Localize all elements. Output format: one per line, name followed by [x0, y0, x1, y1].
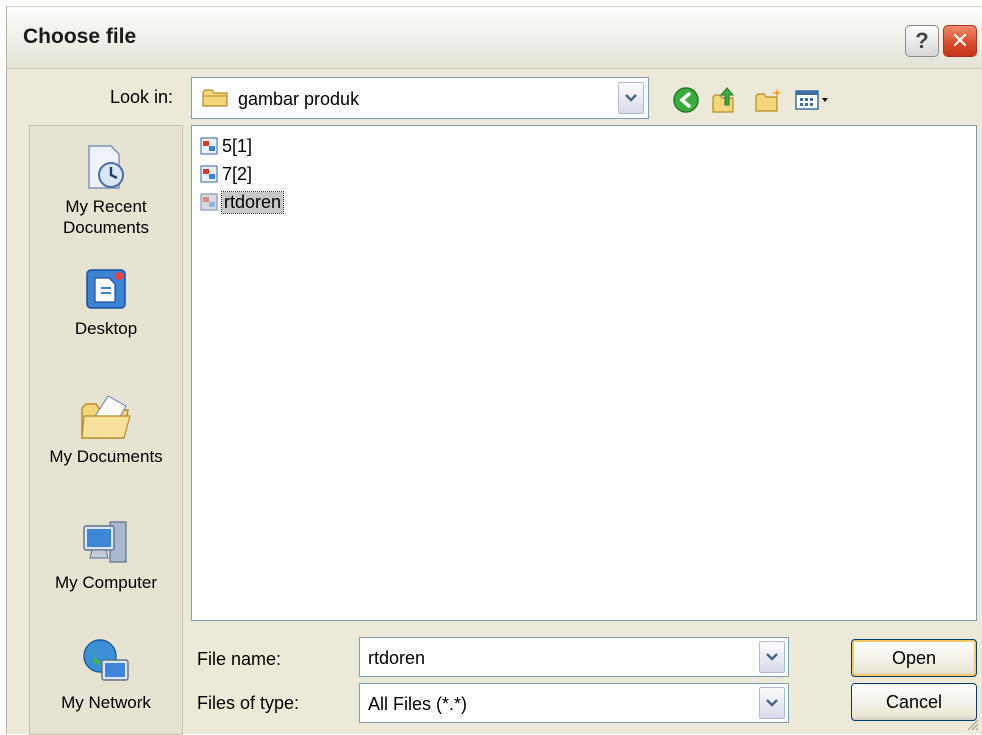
view-menu-icon[interactable]	[793, 85, 833, 115]
choose-file-dialog: Choose file ? ✕ Look in: gambar produk M…	[6, 6, 982, 735]
file-name-dropdown-arrow[interactable]	[759, 641, 785, 673]
resize-grip-icon[interactable]	[966, 718, 980, 732]
my-computer-icon	[83, 521, 127, 563]
files-of-type-dropdown[interactable]: All Files (*.*)	[359, 683, 789, 723]
open-button[interactable]: Open	[851, 639, 977, 677]
places-bar: My Recent Documents Desktop My Documents	[29, 125, 183, 735]
my-documents-icon	[81, 395, 131, 439]
list-item-selected[interactable]: rtdoren	[200, 190, 285, 214]
place-label-line1: My Network	[61, 693, 151, 712]
help-button[interactable]: ?	[905, 25, 939, 57]
close-icon: ✕	[950, 28, 970, 53]
chevron-down-icon	[625, 94, 637, 102]
files-of-type-dropdown-arrow[interactable]	[759, 687, 785, 719]
back-icon[interactable]	[671, 85, 701, 115]
files-of-type-label: Files of type:	[197, 693, 300, 713]
file-name-value: rtdoren	[368, 648, 426, 668]
my-network-icon	[83, 639, 129, 681]
image-file-icon	[200, 137, 218, 155]
file-name-field[interactable]: rtdoren	[359, 637, 789, 677]
file-name: rtdoren	[220, 190, 285, 214]
place-label-line2: Documents	[63, 218, 149, 237]
recent-documents-icon	[88, 145, 124, 189]
files-of-type-value: All Files (*.*)	[368, 694, 468, 714]
help-icon: ?	[915, 28, 929, 53]
place-desktop[interactable]: Desktop	[30, 266, 182, 339]
list-item[interactable]: 5[1]	[200, 134, 252, 158]
file-list[interactable]: 5[1] 7[2] rtdoren	[191, 125, 977, 621]
file-name: 5[1]	[222, 135, 253, 156]
file-name: 7[2]	[222, 163, 253, 184]
close-button[interactable]: ✕	[943, 25, 977, 57]
place-label-line1: My Recent	[65, 197, 147, 216]
look-in-value: gambar produk	[238, 89, 360, 109]
look-in-label: Look in:	[110, 87, 174, 107]
place-my-recent-documents[interactable]: My Recent Documents	[30, 142, 182, 238]
image-file-icon	[200, 193, 218, 211]
list-item[interactable]: 7[2]	[200, 162, 252, 186]
new-folder-icon[interactable]	[753, 85, 783, 115]
up-folder-icon[interactable]	[709, 85, 739, 115]
place-my-documents[interactable]: My Documents	[30, 390, 182, 467]
folder-icon	[202, 89, 228, 107]
desktop-icon	[86, 269, 126, 309]
chevron-down-icon	[766, 699, 778, 707]
look-in-dropdown[interactable]: gambar produk	[191, 77, 649, 119]
place-my-network[interactable]: My Network	[30, 636, 182, 713]
place-label-line1: Desktop	[74, 319, 138, 338]
cancel-button[interactable]: Cancel	[851, 683, 977, 721]
chevron-down-icon	[766, 653, 778, 661]
place-my-computer[interactable]: My Computer	[30, 516, 182, 593]
place-label-line1: My Computer	[54, 573, 158, 592]
look-in-dropdown-arrow[interactable]	[618, 82, 644, 114]
file-name-label: File name:	[197, 649, 282, 669]
image-file-icon	[200, 165, 218, 183]
title-bar[interactable]: Choose file ? ✕	[7, 7, 982, 69]
place-label-line1: My Documents	[49, 447, 163, 466]
window-title: Choose file	[23, 25, 137, 48]
